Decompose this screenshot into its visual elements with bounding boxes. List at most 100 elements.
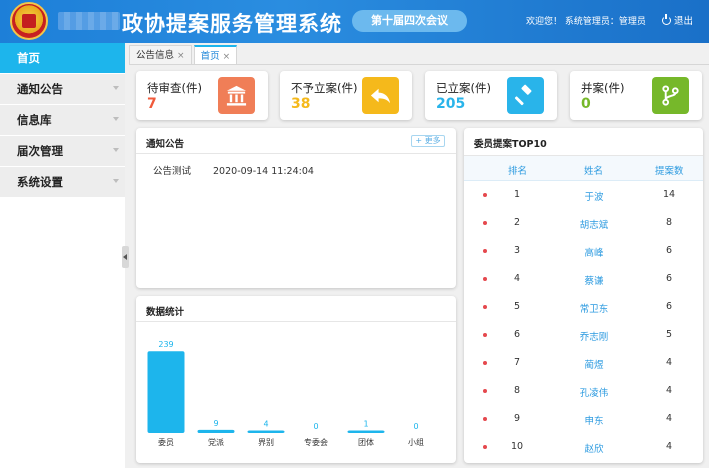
- member-name-link[interactable]: 胡志斌: [570, 217, 618, 231]
- bullet-dot: [483, 361, 487, 365]
- column-header-rank: 排名: [508, 166, 528, 177]
- sidebar-item-label: 通知公告: [17, 82, 63, 96]
- rank-cell: 7: [513, 357, 521, 368]
- panel-divider: [136, 153, 456, 154]
- rank-cell: 1: [513, 189, 521, 200]
- bar-value-label: 0: [413, 422, 418, 431]
- logout-button[interactable]: 退出: [662, 13, 693, 27]
- member-name-link[interactable]: 申东: [570, 413, 618, 427]
- proposal-count-cell: 5: [665, 329, 673, 340]
- gavel-icon: [507, 77, 544, 114]
- bar-value-label: 239: [158, 340, 173, 349]
- category-label: 党派: [208, 437, 224, 447]
- notice-item[interactable]: 公告测试 2020-09-14 11:24:04: [153, 163, 314, 177]
- bar-团体[interactable]: [347, 430, 385, 434]
- chevron-down-icon: [113, 179, 119, 183]
- sidebar-item-info-library[interactable]: 信息库: [0, 105, 125, 136]
- logout-label: 退出: [674, 16, 694, 27]
- tab-home[interactable]: 首页 ×: [193, 45, 238, 64]
- sidebar-item-session-management[interactable]: 届次管理: [0, 136, 125, 167]
- app-title: 政协提案服务管理系统: [122, 12, 342, 36]
- sidebar-item-label: 信息库: [17, 113, 52, 127]
- bullet-dot: [483, 193, 487, 197]
- rank-cell: 2: [513, 217, 521, 228]
- stat-card-pending-review[interactable]: 待审查(件) 7: [136, 71, 268, 120]
- category-label: 专委会: [304, 437, 328, 447]
- stat-card-filed[interactable]: 已立案(件) 205: [425, 71, 557, 120]
- sidebar-item-label: 首页: [17, 51, 40, 65]
- member-name-link[interactable]: 蔺煜: [570, 357, 618, 371]
- stat-value: 205: [436, 96, 466, 112]
- session-badge[interactable]: 第十届四次会议: [352, 10, 467, 32]
- stat-value: 0: [581, 96, 591, 112]
- bar-value-label: 1: [363, 420, 368, 429]
- emblem-logo: [10, 2, 48, 40]
- bullet-dot: [483, 249, 487, 253]
- stat-label: 并案(件): [581, 81, 625, 95]
- table-row: 5 常卫东 6: [464, 293, 703, 321]
- category-label: 委员: [158, 437, 174, 447]
- proposal-count-cell: 6: [665, 301, 673, 312]
- sidebar: 首页 通知公告 信息库 届次管理 系统设置: [0, 43, 125, 468]
- rank-cell: 8: [513, 385, 521, 396]
- reply-icon: [362, 77, 399, 114]
- rank-cell: 3: [513, 245, 521, 256]
- blurred-organization-name: [58, 12, 120, 30]
- column-header-count: 提案数: [655, 166, 684, 177]
- bar-委员[interactable]: [147, 351, 185, 433]
- rank-cell: 9: [513, 413, 521, 424]
- table-row: 6 乔志刚 5: [464, 321, 703, 349]
- bullet-dot: [483, 445, 487, 449]
- close-icon[interactable]: ×: [223, 52, 231, 62]
- member-name-link[interactable]: 赵欣: [570, 441, 618, 455]
- sidebar-item-notices[interactable]: 通知公告: [0, 74, 125, 105]
- member-name-link[interactable]: 乔志刚: [570, 329, 618, 343]
- table-row: 4 蔡谦 6: [464, 265, 703, 293]
- stat-value: 7: [147, 96, 157, 112]
- member-name-link[interactable]: 于波: [570, 189, 618, 203]
- notice-title: 公告测试: [153, 166, 192, 177]
- member-name-link[interactable]: 蔡谦: [570, 273, 618, 287]
- tab-label: 公告信息: [136, 50, 175, 61]
- close-icon[interactable]: ×: [177, 51, 185, 61]
- panel-title: 通知公告: [146, 139, 185, 150]
- bar-界别[interactable]: [247, 430, 285, 434]
- table-row: 8 孔凌伟 4: [464, 377, 703, 405]
- stat-card-not-filed[interactable]: 不予立案(件) 38: [280, 71, 412, 120]
- bullet-dot: [483, 277, 487, 281]
- stat-card-merged[interactable]: 并案(件) 0: [570, 71, 702, 120]
- table-row: 9 申东 4: [464, 405, 703, 433]
- notice-panel: 通知公告 + 更多 公告测试 2020-09-14 11:24:04: [136, 128, 456, 288]
- app-header: 政协提案服务管理系统 第十届四次会议 欢迎您！ 系统管理员：管理员 退出: [0, 0, 709, 43]
- member-name-link[interactable]: 常卫东: [570, 301, 618, 315]
- bar-党派[interactable]: [197, 429, 235, 433]
- chevron-down-icon: [113, 86, 119, 90]
- bullet-dot: [483, 417, 487, 421]
- sidebar-item-home[interactable]: 首页: [0, 43, 125, 74]
- merge-icon: [652, 77, 689, 114]
- category-label: 团体: [358, 437, 374, 447]
- sidebar-item-system-settings[interactable]: 系统设置: [0, 167, 125, 198]
- table-header: 排名 姓名 提案数: [464, 155, 703, 181]
- sidebar-item-label: 系统设置: [17, 175, 63, 189]
- category-label: 界别: [258, 438, 274, 447]
- sidebar-collapse-handle[interactable]: [122, 246, 129, 268]
- bank-icon: [218, 77, 255, 114]
- category-label: 小组: [408, 437, 424, 447]
- rank-cell: 6: [513, 329, 521, 340]
- table-row: 3 高峰 6: [464, 237, 703, 265]
- member-name-link[interactable]: 高峰: [570, 245, 618, 259]
- table-row: 10 赵欣 4: [464, 433, 703, 461]
- proposal-count-cell: 6: [665, 245, 673, 256]
- more-button[interactable]: + 更多: [411, 135, 445, 147]
- power-icon: [662, 14, 671, 25]
- notice-time: 2020-09-14 11:24:04: [213, 166, 314, 177]
- stat-label: 不予立案(件): [291, 81, 358, 95]
- member-name-link[interactable]: 孔凌伟: [570, 385, 618, 399]
- proposal-count-cell: 6: [665, 273, 673, 284]
- rank-cell: 4: [513, 273, 521, 284]
- stat-value: 38: [291, 96, 311, 112]
- bar-value-label: 9: [213, 419, 218, 428]
- bullet-dot: [483, 221, 487, 225]
- tab-notice-info[interactable]: 公告信息 ×: [129, 45, 192, 64]
